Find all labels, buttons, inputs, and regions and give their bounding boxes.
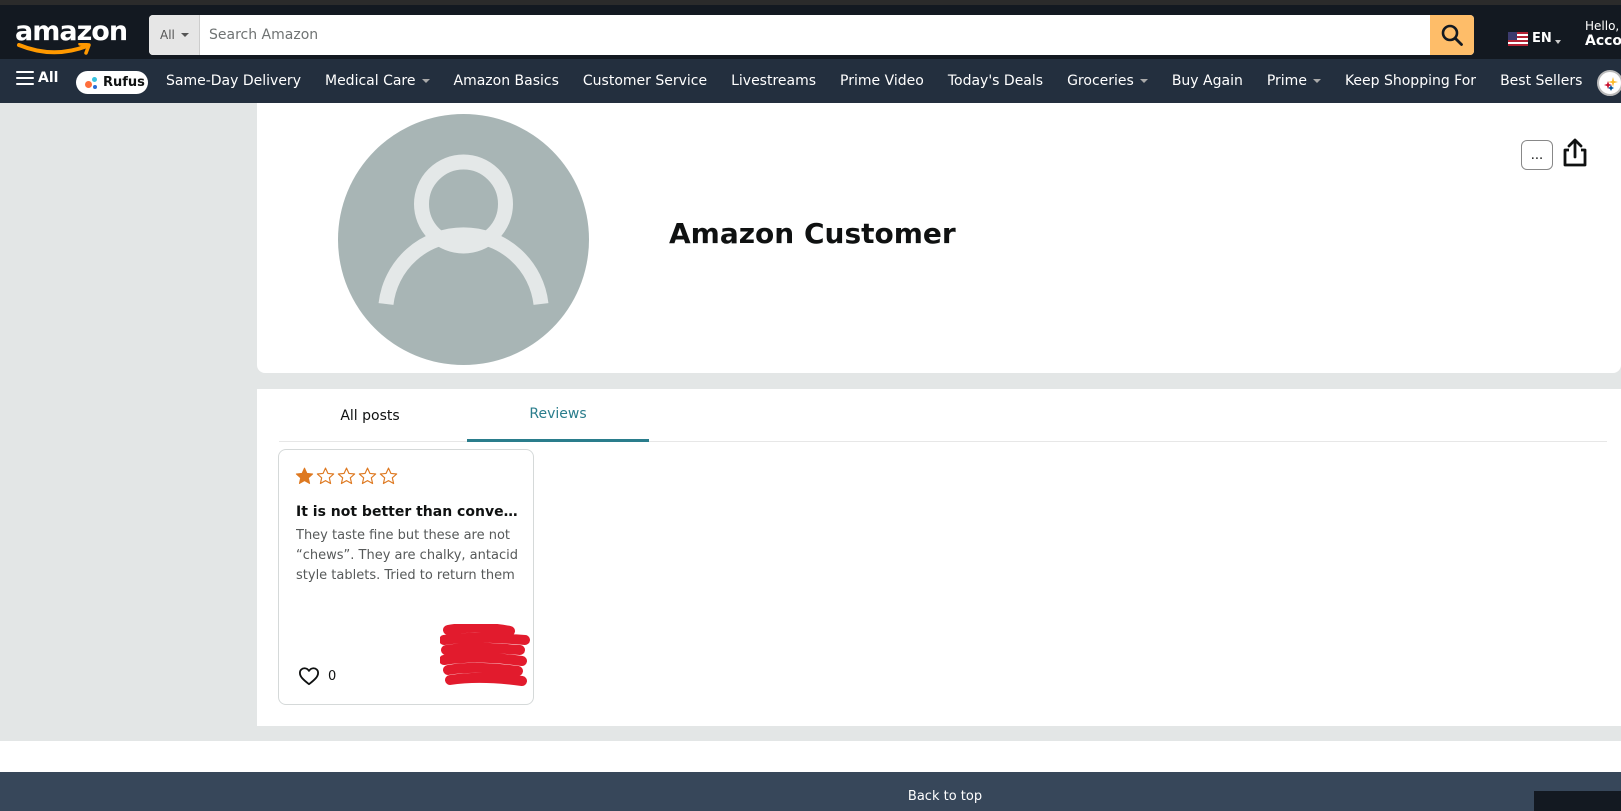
hamburger-icon bbox=[16, 71, 34, 85]
nav-item-todays-deals[interactable]: Today's Deals bbox=[948, 73, 1043, 89]
tab-label: All posts bbox=[340, 407, 400, 424]
nav-item-label: Prime bbox=[1266, 73, 1307, 89]
rufus-icon bbox=[84, 76, 98, 90]
all-menu-label: All bbox=[38, 70, 59, 86]
chevron-down-icon bbox=[1312, 79, 1321, 83]
share-icon[interactable] bbox=[1560, 137, 1590, 169]
review-card[interactable]: It is not better than conventional antac… bbox=[278, 449, 534, 705]
review-title: It is not better than conventional antac… bbox=[296, 504, 518, 520]
nav-item-label: Same-Day Delivery bbox=[166, 73, 301, 89]
back-to-top-label: Back to top bbox=[907, 788, 983, 804]
search-category-dropdown[interactable]: All bbox=[149, 15, 200, 55]
nav-item-best-sellers[interactable]: Best Sellers bbox=[1500, 73, 1582, 89]
like-button[interactable]: 0 bbox=[298, 666, 336, 686]
language-label: EN bbox=[1532, 31, 1552, 46]
tab-all-posts[interactable]: All posts bbox=[279, 389, 461, 442]
chevron-down-icon bbox=[421, 79, 430, 83]
review-body: They taste fine but these are not “chews… bbox=[296, 528, 518, 583]
nav-bar: All Rufus Same-Day Delivery Medical Care… bbox=[0, 59, 1621, 103]
chevron-down-icon bbox=[1139, 79, 1148, 83]
nav-item-amazon-basics[interactable]: Amazon Basics bbox=[454, 73, 559, 89]
search-input[interactable] bbox=[200, 15, 1430, 55]
search-bar: All bbox=[149, 15, 1474, 55]
rufus-button[interactable]: Rufus bbox=[76, 71, 148, 94]
page-bottom-band bbox=[0, 741, 1621, 772]
nav-item-label: Groceries bbox=[1067, 73, 1134, 89]
tab-label: Reviews bbox=[529, 406, 587, 422]
search-category-label: All bbox=[160, 28, 175, 42]
nav-item-label: Livestreams bbox=[731, 73, 817, 89]
chevron-down-icon bbox=[1554, 39, 1561, 44]
nav-item-label: Medical Care bbox=[324, 73, 416, 89]
smile-arrow-icon bbox=[17, 43, 91, 55]
all-menu-button[interactable]: All bbox=[16, 70, 58, 86]
header: amazon All EN Hello, Accou bbox=[0, 5, 1621, 59]
rufus-label: Rufus bbox=[103, 75, 145, 90]
floating-widget[interactable] bbox=[1534, 791, 1621, 811]
nav-item-prime[interactable]: Prime bbox=[1267, 73, 1321, 89]
nav-item-label: Prime Video bbox=[840, 73, 924, 89]
chevron-down-icon bbox=[180, 33, 189, 37]
person-icon bbox=[378, 154, 549, 305]
avatar bbox=[338, 114, 589, 365]
language-selector[interactable]: EN bbox=[1508, 31, 1561, 46]
heart-icon bbox=[298, 667, 319, 686]
nav-item-label: Keep Shopping For bbox=[1344, 73, 1477, 89]
nav-item-label: Amazon Basics bbox=[453, 73, 559, 89]
search-button[interactable] bbox=[1430, 15, 1474, 55]
amazon-logo[interactable]: amazon bbox=[15, 11, 128, 55]
star-empty-icon bbox=[379, 467, 398, 485]
nav-item-label: Customer Service bbox=[582, 73, 708, 89]
star-empty-icon bbox=[358, 467, 377, 485]
nav-item-keep-shopping-for[interactable]: Keep Shopping For bbox=[1345, 73, 1476, 89]
nav-items: Same-Day Delivery Medical Care Amazon Ba… bbox=[166, 59, 1606, 103]
tab-bar: All posts Reviews bbox=[279, 389, 1607, 442]
star-empty-icon bbox=[337, 467, 356, 485]
nav-item-label: Today's Deals bbox=[947, 73, 1044, 89]
nav-item-same-day-delivery[interactable]: Same-Day Delivery bbox=[166, 73, 301, 89]
like-count: 0 bbox=[328, 668, 337, 684]
search-icon bbox=[1441, 24, 1463, 46]
account-label: Accou bbox=[1585, 33, 1621, 49]
nav-item-label: Best Sellers bbox=[1500, 73, 1583, 89]
profile-card: Amazon Customer ... bbox=[257, 103, 1621, 373]
nav-item-label: Buy Again bbox=[1171, 73, 1243, 89]
account-menu[interactable]: Hello, Accou bbox=[1585, 19, 1621, 49]
nav-item-livestreams[interactable]: Livestreams bbox=[731, 73, 816, 89]
star-filled-icon bbox=[295, 467, 314, 484]
footer: Back to top bbox=[0, 772, 1621, 811]
tab-reviews[interactable]: Reviews bbox=[467, 389, 649, 442]
nav-item-buy-again[interactable]: Buy Again bbox=[1172, 73, 1243, 89]
star-rating bbox=[294, 466, 399, 486]
profile-name: Amazon Customer bbox=[669, 217, 956, 250]
account-greeting: Hello, bbox=[1585, 19, 1620, 33]
team-logo-icon[interactable] bbox=[1597, 70, 1621, 96]
nav-item-medical-care[interactable]: Medical Care bbox=[325, 73, 430, 89]
nav-item-prime-video[interactable]: Prime Video bbox=[840, 73, 924, 89]
redaction-scribble bbox=[440, 624, 530, 686]
more-options-button[interactable]: ... bbox=[1521, 140, 1553, 170]
back-to-top-button[interactable]: Back to top bbox=[0, 772, 1621, 811]
star-empty-icon bbox=[316, 467, 335, 485]
nav-item-groceries[interactable]: Groceries bbox=[1067, 73, 1148, 89]
us-flag-icon bbox=[1508, 31, 1528, 46]
nav-item-customer-service[interactable]: Customer Service bbox=[583, 73, 707, 89]
posts-section: All posts Reviews It is not better than … bbox=[257, 389, 1621, 726]
